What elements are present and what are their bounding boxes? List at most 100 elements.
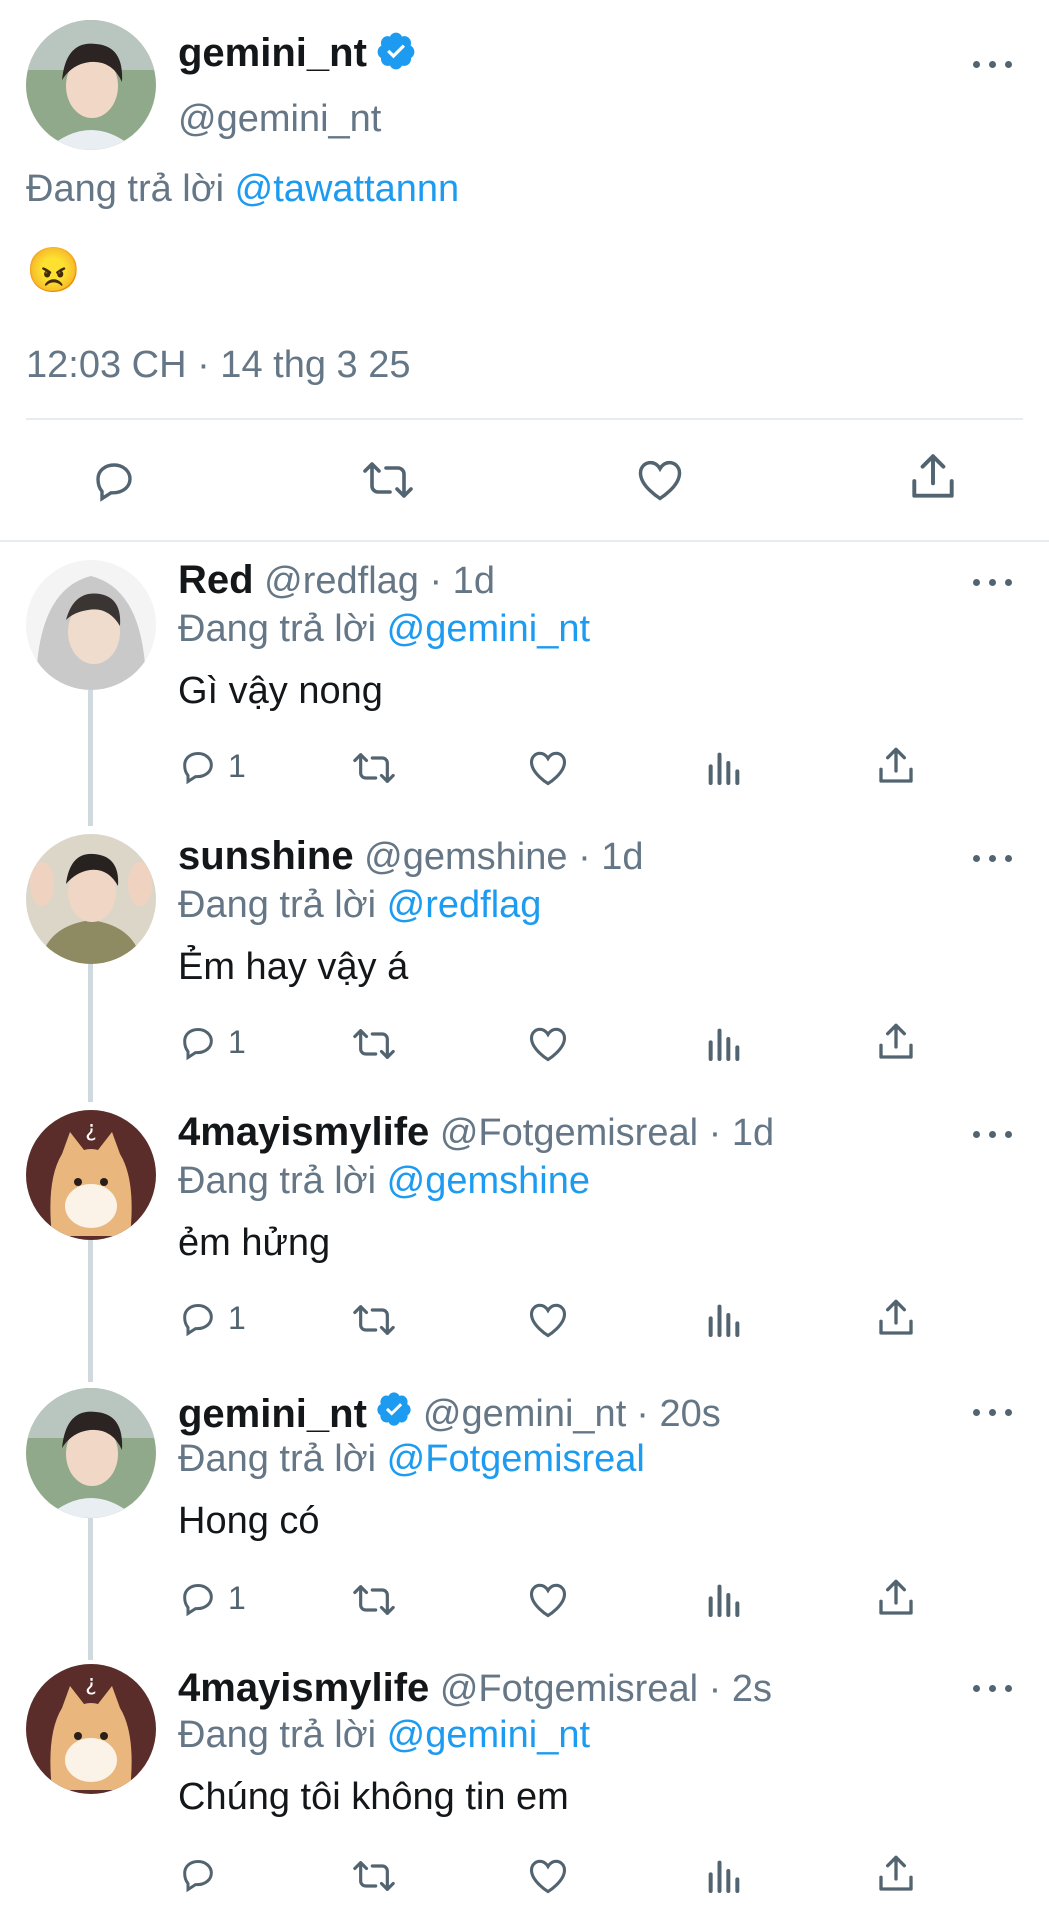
thread-line: [88, 1240, 93, 1382]
analytics-button[interactable]: [704, 748, 744, 788]
share-icon: [879, 1299, 913, 1335]
reply-button[interactable]: [178, 1854, 228, 1894]
share-button[interactable]: [876, 1020, 916, 1064]
analytics-icon: [708, 752, 740, 785]
avatar-cat[interactable]: ¿: [26, 1110, 156, 1240]
share-icon: [879, 747, 913, 783]
retweet-button[interactable]: [350, 748, 398, 788]
more-icon[interactable]: [973, 1680, 1013, 1696]
reply-count: 1: [228, 1579, 246, 1616]
reply-time: · 20s: [636, 1392, 721, 1435]
reply-icon: [183, 1583, 213, 1617]
reply-time: · 1d: [708, 1112, 775, 1154]
reply-to-link[interactable]: @gemini_nt: [387, 608, 590, 650]
main-reply-to-link[interactable]: @tawattannn: [235, 168, 460, 210]
retweet-button[interactable]: [350, 1580, 398, 1620]
reply-button[interactable]: 1: [178, 1022, 246, 1062]
reply-button[interactable]: 1: [178, 1578, 246, 1618]
reply-to-link[interactable]: @gemshine: [387, 1160, 590, 1202]
thread-line: [88, 964, 93, 1102]
analytics-icon: [708, 1028, 740, 1061]
like-button[interactable]: [526, 1854, 570, 1898]
like-button[interactable]: [526, 1578, 570, 1622]
reply-handle[interactable]: @Fotgemisreal: [440, 1668, 698, 1710]
retweet-icon: [363, 462, 413, 498]
share-button[interactable]: [876, 1576, 916, 1620]
share-button[interactable]: [876, 1296, 916, 1340]
reply-button[interactable]: 1: [178, 1298, 246, 1338]
reply-icon: [183, 1859, 213, 1893]
retweet-button[interactable]: [350, 1856, 398, 1896]
reply-text: Hong có: [178, 1500, 320, 1542]
more-icon[interactable]: [973, 1126, 1013, 1142]
verified-badge-icon: [375, 30, 417, 77]
analytics-button[interactable]: [704, 1300, 744, 1340]
avatar-gemini[interactable]: [26, 20, 156, 150]
like-button[interactable]: [526, 1022, 570, 1066]
divider: [26, 418, 1023, 420]
reply-count: 1: [228, 1299, 246, 1336]
like-button[interactable]: [526, 746, 570, 790]
reply-display-name[interactable]: Red: [178, 558, 254, 602]
reply-to-link[interactable]: @redflag: [387, 884, 542, 926]
like-icon: [529, 1583, 567, 1618]
more-icon[interactable]: [973, 850, 1013, 866]
avatar-cat[interactable]: ¿: [26, 1664, 156, 1794]
main-display-name[interactable]: gemini_nt: [178, 31, 367, 76]
retweet-button[interactable]: [350, 1300, 398, 1340]
svg-text:¿: ¿: [85, 1671, 97, 1696]
like-icon: [529, 1027, 567, 1062]
reply-time: · 1d: [578, 836, 644, 878]
analytics-button[interactable]: [704, 1580, 744, 1620]
avatar-sunshine[interactable]: [26, 834, 156, 964]
verified-badge-icon: [375, 1390, 413, 1438]
like-button[interactable]: [526, 1298, 570, 1342]
analytics-icon: [708, 1584, 740, 1617]
avatar-gemini[interactable]: [26, 1388, 156, 1518]
reply-time: · 2s: [708, 1668, 772, 1710]
avatar-red[interactable]: [26, 560, 156, 690]
main-handle[interactable]: @gemini_nt: [178, 98, 381, 141]
reply-to-link[interactable]: @Fotgemisreal: [387, 1438, 645, 1480]
reply-prefix: Đang trả lời: [178, 1438, 377, 1480]
retweet-button[interactable]: [350, 1024, 398, 1064]
reply-prefix: Đang trả lời: [178, 1714, 377, 1756]
main-content-emoji: 😠: [26, 246, 81, 295]
reply-handle[interactable]: @gemshine: [364, 836, 567, 878]
analytics-button[interactable]: [704, 1856, 744, 1896]
reply-count: 1: [228, 747, 246, 784]
retweet-button[interactable]: [360, 456, 416, 504]
reply-handle[interactable]: @Fotgemisreal: [440, 1112, 698, 1154]
reply-time: · 1d: [429, 560, 495, 602]
main-reply-prefix: Đang trả lời: [26, 168, 225, 210]
more-icon[interactable]: [973, 1404, 1013, 1420]
more-icon[interactable]: [973, 574, 1013, 590]
share-icon: [879, 1023, 913, 1059]
reply-text: ẻm hửng: [178, 1222, 331, 1264]
retweet-icon: [353, 1029, 395, 1059]
main-timestamp: 12:03 CH · 14 thg 3 25: [26, 344, 411, 386]
reply-text: Ẻm hay vậy á: [178, 946, 409, 988]
reply-handle[interactable]: @redflag: [264, 560, 419, 602]
reply-display-name[interactable]: gemini_nt: [178, 1392, 367, 1437]
reply-display-name[interactable]: 4mayismylife: [178, 1666, 429, 1710]
reply-text: Gì vậy nong: [178, 670, 383, 712]
like-icon: [529, 1303, 567, 1338]
like-button[interactable]: [634, 454, 686, 506]
more-icon[interactable]: [973, 56, 1013, 72]
thread-line: [88, 1518, 93, 1660]
reply-button[interactable]: [90, 456, 138, 504]
reply-to-link[interactable]: @gemini_nt: [387, 1714, 590, 1756]
reply-display-name[interactable]: sunshine: [178, 834, 354, 878]
share-button[interactable]: [908, 450, 958, 504]
reply-display-name[interactable]: 4mayismylife: [178, 1110, 429, 1154]
share-button[interactable]: [876, 1852, 916, 1896]
analytics-button[interactable]: [704, 1024, 744, 1064]
divider: [0, 540, 1049, 542]
reply-prefix: Đang trả lời: [178, 1160, 377, 1202]
reply-button[interactable]: 1: [178, 746, 246, 786]
share-button[interactable]: [876, 744, 916, 788]
reply-handle[interactable]: @gemini_nt: [423, 1393, 626, 1436]
reply-prefix: Đang trả lời: [178, 884, 377, 926]
reply-count: 1: [228, 1023, 246, 1060]
